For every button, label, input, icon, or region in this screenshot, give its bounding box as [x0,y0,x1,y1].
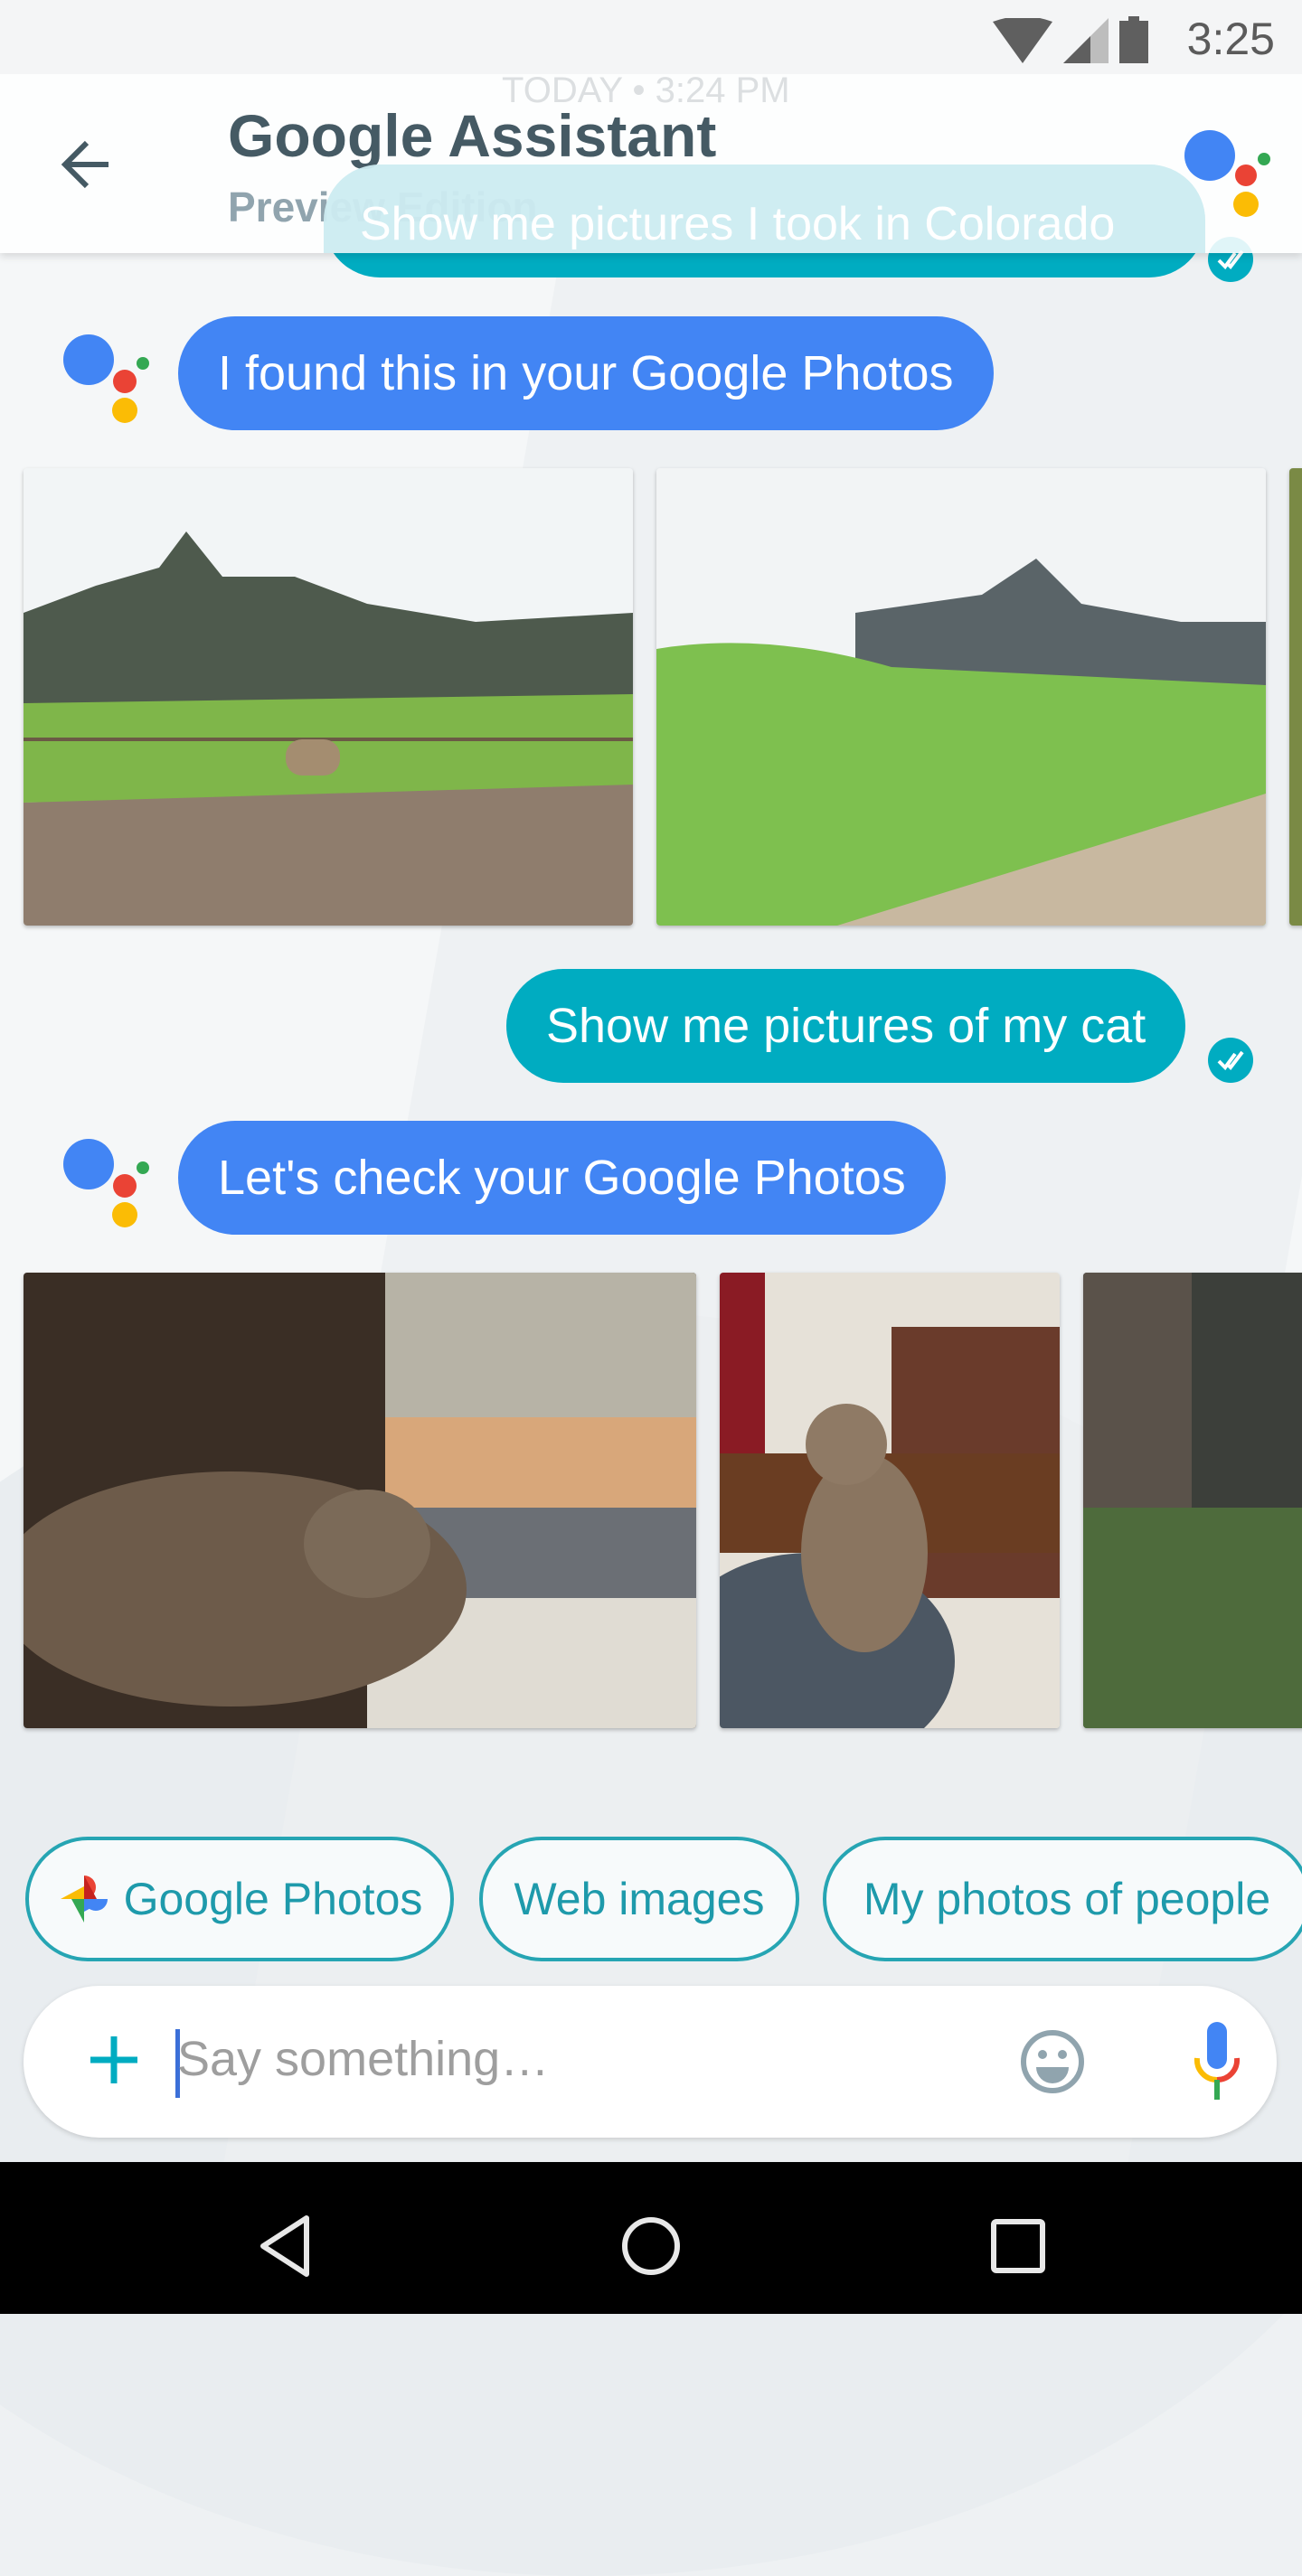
status-bar: 3:25 [0,0,1302,74]
signal-icon [1063,18,1109,63]
user-message-bubble: Show me pictures of my cat [506,969,1186,1083]
chip-label: Web images [514,1874,765,1924]
nav-recents-button[interactable] [990,2218,1046,2274]
tree-photo [1083,1273,1302,1728]
user-message-text: Show me pictures I took in Colorado [360,198,1116,250]
system-navigation-bar [0,2162,1302,2314]
arrow-left-icon[interactable] [54,128,127,201]
photo-thumbnail[interactable] [24,1273,696,1728]
mountain-photo [24,468,633,926]
google-assistant-avatar [63,334,149,423]
photo-thumbnail[interactable] [24,468,633,926]
page-title: Google Assistant [228,102,717,169]
suggestion-chip-web-images[interactable]: Web images [479,1837,799,1961]
delivered-check-icon [1208,1038,1253,1083]
nav-home-button[interactable] [619,2214,683,2278]
photo-thumbnail[interactable] [720,1273,1060,1728]
photo-thumbnail[interactable] [656,468,1266,926]
cat-couch-photo [720,1273,1060,1728]
meadow-photo [656,468,1266,926]
suggestion-chip-my-photos-of-people[interactable]: My photos of people [823,1837,1302,1961]
google-assistant-avatar [63,1139,149,1227]
microphone-icon[interactable] [1190,2022,1244,2103]
status-time: 3:25 [1186,14,1275,64]
user-message-text: Show me pictures of my cat [546,999,1146,1053]
assistant-message-text: Let's check your Google Photos [218,1151,906,1205]
message-input-bar: Say something… [24,1986,1277,2138]
assistant-message-text: I found this in your Google Photos [218,346,954,400]
emoji-icon[interactable] [1016,2026,1089,2098]
assistant-message-bubble: I found this in your Google Photos [178,316,994,430]
assistant-message-bubble: Let's check your Google Photos [178,1121,946,1235]
wifi-icon [993,18,1052,63]
cat-window-photo [24,1273,696,1728]
plus-icon[interactable] [78,2024,150,2096]
chip-label: My photos of people [863,1874,1271,1924]
photo-thumbnail[interactable] [1083,1273,1302,1728]
message-input[interactable]: Say something… [177,2031,549,2087]
chip-label: Google Photos [123,1874,423,1924]
battery-icon [1119,16,1148,63]
photo-thumbnail[interactable] [1289,468,1302,926]
suggestion-chip-google-photos[interactable]: Google Photos [25,1837,454,1961]
nav-back-button[interactable] [258,2214,312,2278]
google-photos-pinwheel-icon [60,1876,108,1923]
